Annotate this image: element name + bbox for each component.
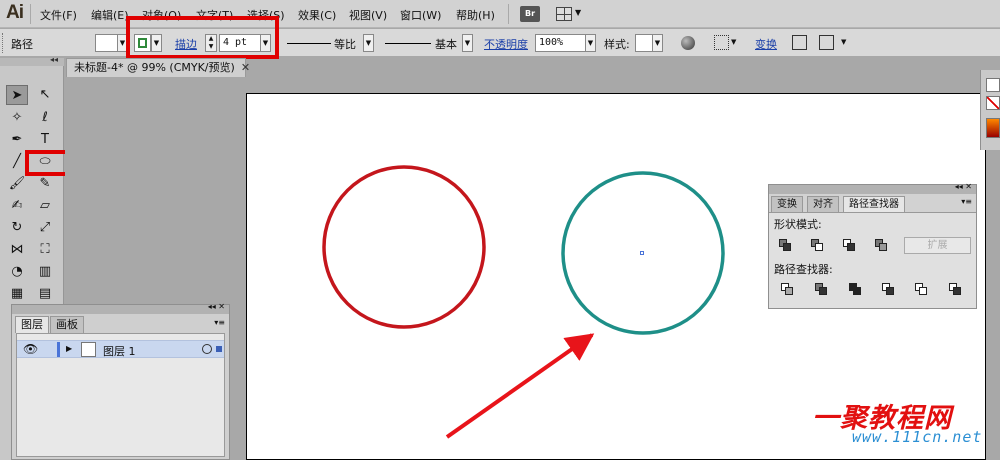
color-panel-icon[interactable] <box>986 78 1000 92</box>
intersect-icon[interactable] <box>843 239 857 252</box>
pathfinder-panel: ◂◂ ✕ 变换 对齐 路径查找器 ▾≡ 形状模式: 扩展 路径查找器: <box>768 182 977 309</box>
collapse-icon[interactable]: ◂◂ ✕ <box>955 182 972 191</box>
center-point <box>640 251 644 255</box>
tab-transform[interactable]: 变换 <box>771 196 803 212</box>
panel-menu-icon[interactable]: ▾≡ <box>214 318 225 327</box>
divide-icon[interactable] <box>781 283 795 296</box>
gradient-panel-icon[interactable] <box>986 118 1000 138</box>
minus-back-icon[interactable] <box>949 283 963 296</box>
red-circle[interactable] <box>322 165 486 329</box>
crop-icon[interactable] <box>882 283 896 296</box>
merge-icon[interactable] <box>849 283 863 296</box>
layer-name: 图层 1 <box>103 345 136 358</box>
target-circle-icon[interactable] <box>202 344 212 354</box>
pathfinder-body: 形状模式: 扩展 路径查找器: <box>769 212 976 308</box>
pathfinders-label: 路径查找器: <box>774 263 833 276</box>
pathfinder-panel-header[interactable]: ◂◂ ✕ <box>769 182 976 194</box>
tab-pathfinder[interactable]: 路径查找器 <box>843 196 905 212</box>
outline-icon[interactable] <box>915 283 929 296</box>
minus-front-icon[interactable] <box>811 239 825 252</box>
layer-color-indicator <box>57 342 60 357</box>
right-panel-dock <box>980 70 1000 150</box>
tab-artboards[interactable]: 画板 <box>50 316 84 333</box>
swatches-panel-icon[interactable] <box>986 96 1000 110</box>
visibility-eye-icon[interactable]: 👁 <box>23 342 38 356</box>
watermark-url: www.111cn.net <box>852 428 983 446</box>
panel-menu-icon[interactable]: ▾≡ <box>961 197 972 206</box>
layers-panel: ◂◂ ✕ 图层 画板 ▾≡ 👁 ▶ 图层 1 <box>11 302 230 460</box>
shape-modes-label: 形状模式: <box>774 218 822 231</box>
exclude-icon[interactable] <box>875 239 889 252</box>
tab-align[interactable]: 对齐 <box>807 196 839 212</box>
layer-thumbnail <box>81 342 96 357</box>
unite-icon[interactable] <box>779 239 793 252</box>
watermark: 一聚教程网 www.111cn.net <box>812 396 981 446</box>
layer-row[interactable]: 👁 ▶ 图层 1 <box>17 340 224 358</box>
annotation-arrow <box>445 333 595 439</box>
selection-indicator[interactable] <box>216 346 222 352</box>
trim-icon[interactable] <box>815 283 829 296</box>
expand-triangle-icon[interactable]: ▶ <box>66 344 72 353</box>
tab-layers[interactable]: 图层 <box>15 316 49 333</box>
expand-button[interactable]: 扩展 <box>904 237 971 254</box>
layers-list: 👁 ▶ 图层 1 <box>16 333 225 457</box>
layers-panel-header[interactable]: ◂◂ ✕ <box>12 302 229 314</box>
collapse-icon[interactable]: ◂◂ ✕ <box>208 302 225 311</box>
